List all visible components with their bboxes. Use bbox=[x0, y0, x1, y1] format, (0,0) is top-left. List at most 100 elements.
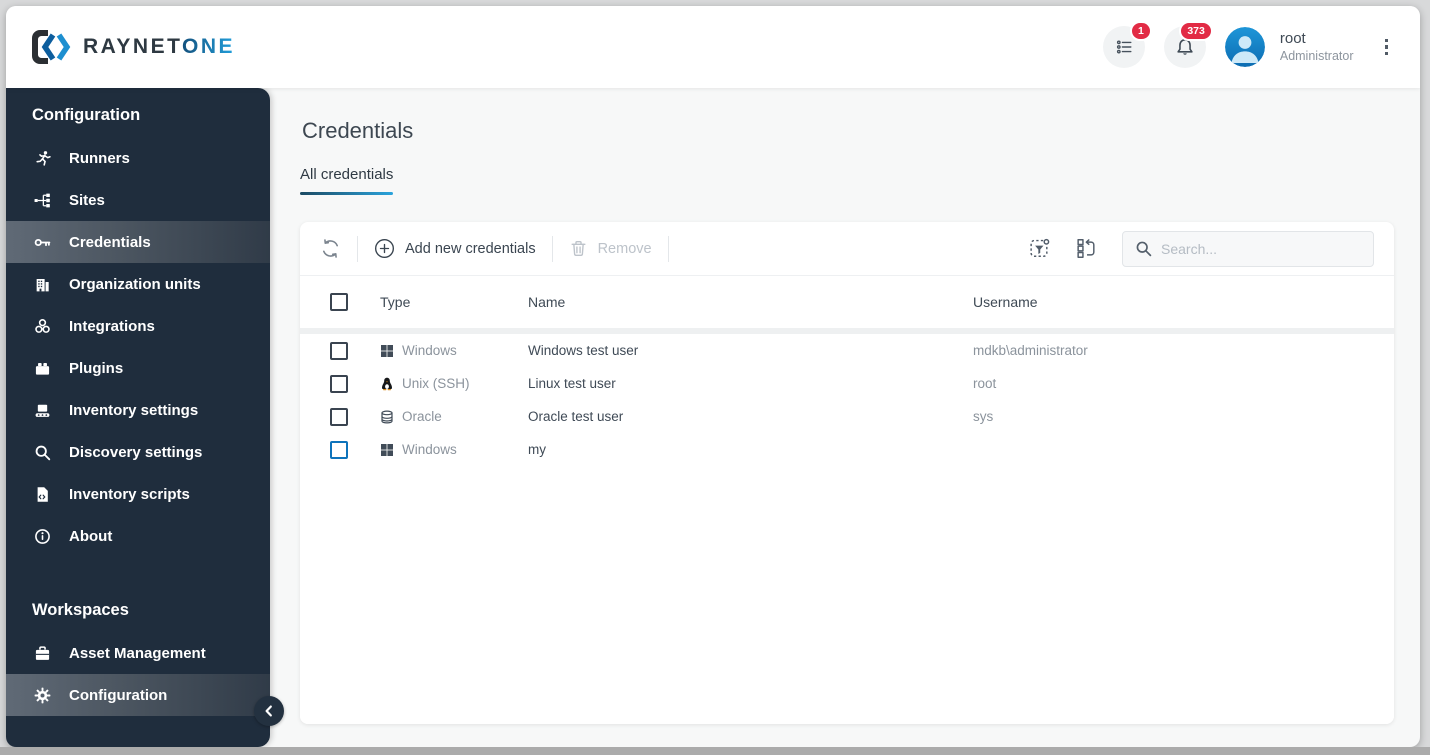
row-checkbox[interactable] bbox=[330, 374, 348, 393]
sidebar-item-discovery-settings[interactable]: Discovery settings bbox=[6, 431, 270, 473]
brand-name: RAYNETONE bbox=[83, 35, 236, 58]
windows-icon bbox=[380, 443, 394, 457]
more-menu-button[interactable] bbox=[1379, 33, 1395, 62]
tab-all-credentials[interactable]: All credentials bbox=[300, 166, 394, 195]
main-content: Credentials All credentials Add new cred… bbox=[270, 88, 1420, 747]
sidebar-item-runners[interactable]: Runners bbox=[6, 137, 270, 179]
table-row[interactable]: Oracle Oracle test user sys bbox=[300, 400, 1394, 433]
windows-icon bbox=[380, 344, 394, 358]
active-tab-underline bbox=[300, 191, 394, 195]
sidebar-item-integrations[interactable]: Integrations bbox=[6, 305, 270, 347]
bell-icon bbox=[1176, 38, 1194, 56]
credential-username: mdkb\administrator bbox=[973, 343, 1088, 358]
task-list-icon bbox=[1115, 39, 1133, 55]
table-empty-area bbox=[300, 466, 1394, 724]
notifications-button[interactable]: 373 bbox=[1163, 21, 1213, 68]
sidebar-collapse-button[interactable] bbox=[254, 696, 284, 726]
briefcase-icon bbox=[32, 645, 52, 662]
toolbar-divider bbox=[667, 235, 669, 262]
credential-name: Windows test user bbox=[528, 343, 639, 358]
sidebar-item-label: Integrations bbox=[69, 317, 155, 335]
sidebar-item-label: Inventory settings bbox=[69, 401, 199, 419]
search-box bbox=[1122, 230, 1374, 267]
plus-circle-icon bbox=[374, 238, 395, 259]
table-header: Type Name Username bbox=[300, 276, 1394, 328]
tab-bar: All credentials bbox=[300, 166, 1394, 195]
credential-name: Oracle test user bbox=[528, 409, 624, 424]
toolbar-divider bbox=[551, 235, 553, 262]
row-checkbox[interactable] bbox=[330, 407, 348, 426]
credential-name: Linux test user bbox=[528, 376, 616, 391]
building-icon bbox=[32, 276, 52, 293]
column-chooser-button[interactable] bbox=[1075, 237, 1098, 260]
sidebar-item-organization-units[interactable]: Organization units bbox=[6, 263, 270, 305]
table-row[interactable]: Unix (SSH) Linux test user root bbox=[300, 367, 1394, 400]
credential-type: Oracle bbox=[402, 409, 442, 424]
table-row[interactable]: Windows my bbox=[300, 433, 1394, 466]
sidebar: Configuration Runners Sites Credentials … bbox=[6, 88, 270, 747]
credential-type: Windows bbox=[402, 343, 457, 358]
refresh-icon bbox=[320, 238, 341, 259]
row-checkbox[interactable] bbox=[330, 341, 348, 360]
gear-icon bbox=[32, 687, 52, 704]
runner-icon bbox=[32, 150, 52, 167]
add-button-label: Add new credentials bbox=[405, 240, 536, 257]
column-header-username: Username bbox=[973, 294, 1038, 310]
table-toolbar: Add new credentials Remove bbox=[300, 222, 1394, 276]
sidebar-item-label: Discovery settings bbox=[69, 443, 203, 461]
refresh-button[interactable] bbox=[320, 238, 341, 259]
chevron-left-icon bbox=[262, 704, 276, 718]
page-title: Credentials bbox=[302, 118, 414, 143]
table-row[interactable]: Windows Windows test user mdkb\administr… bbox=[300, 334, 1394, 367]
queue-count-badge: 1 bbox=[1130, 21, 1152, 41]
credentials-card: Add new credentials Remove Search... Typ… bbox=[300, 222, 1394, 724]
kebab-icon bbox=[1384, 38, 1388, 43]
sidebar-item-plugins[interactable]: Plugins bbox=[6, 347, 270, 389]
database-icon bbox=[380, 410, 394, 424]
sidebar-item-inventory-scripts[interactable]: Inventory scripts bbox=[6, 473, 270, 515]
user-avatar[interactable] bbox=[1224, 27, 1265, 67]
info-icon bbox=[32, 528, 52, 545]
plugin-icon bbox=[32, 360, 52, 377]
toolbar-divider bbox=[357, 235, 358, 262]
app-window: RAYNETONE 1 373 root Administrator Confi… bbox=[6, 6, 1420, 747]
credential-type: Unix (SSH) bbox=[402, 376, 470, 391]
brand-logo-icon bbox=[32, 30, 72, 64]
trash-icon bbox=[569, 239, 588, 258]
user-role: Administrator bbox=[1279, 48, 1354, 63]
notification-count-badge: 373 bbox=[1179, 21, 1213, 41]
sidebar-item-credentials[interactable]: Credentials bbox=[6, 221, 270, 263]
sidebar-item-configuration-workspace[interactable]: Configuration bbox=[6, 674, 270, 716]
search-input[interactable] bbox=[1161, 240, 1361, 257]
add-new-credentials-button[interactable]: Add new credentials bbox=[374, 238, 536, 259]
saved-filter-button[interactable] bbox=[1028, 237, 1051, 260]
remove-button-label: Remove bbox=[597, 240, 652, 257]
column-header-type: Type bbox=[380, 294, 411, 310]
key-icon bbox=[32, 234, 52, 251]
conveyor-icon bbox=[32, 402, 52, 419]
remove-button[interactable]: Remove bbox=[569, 239, 652, 258]
tab-label: All credentials bbox=[300, 166, 394, 183]
sidebar-item-about[interactable]: About bbox=[6, 515, 270, 557]
brand-logo: RAYNETONE bbox=[32, 30, 235, 64]
column-header-name: Name bbox=[528, 294, 566, 310]
row-checkbox[interactable] bbox=[330, 440, 348, 459]
sidebar-item-label: Credentials bbox=[69, 233, 151, 251]
sidebar-section-configuration: Configuration bbox=[32, 106, 141, 124]
sidebar-item-label: Configuration bbox=[69, 686, 168, 704]
sidebar-section-workspaces: Workspaces bbox=[32, 601, 129, 619]
window-bottom-edge bbox=[0, 747, 1430, 755]
select-all-checkbox[interactable] bbox=[330, 293, 348, 311]
sidebar-item-label: Sites bbox=[69, 191, 105, 209]
search-icon bbox=[1135, 240, 1152, 257]
integrations-icon bbox=[32, 318, 52, 335]
sidebar-item-label: Runners bbox=[69, 149, 130, 167]
credential-username: root bbox=[973, 376, 997, 391]
sidebar-item-inventory-settings[interactable]: Inventory settings bbox=[6, 389, 270, 431]
sidebar-item-asset-management[interactable]: Asset Management bbox=[6, 632, 270, 674]
task-queue-button[interactable]: 1 bbox=[1102, 21, 1152, 68]
sites-icon bbox=[32, 192, 52, 209]
credential-name: my bbox=[528, 442, 546, 457]
sidebar-item-sites[interactable]: Sites bbox=[6, 179, 270, 221]
script-icon bbox=[32, 486, 52, 503]
